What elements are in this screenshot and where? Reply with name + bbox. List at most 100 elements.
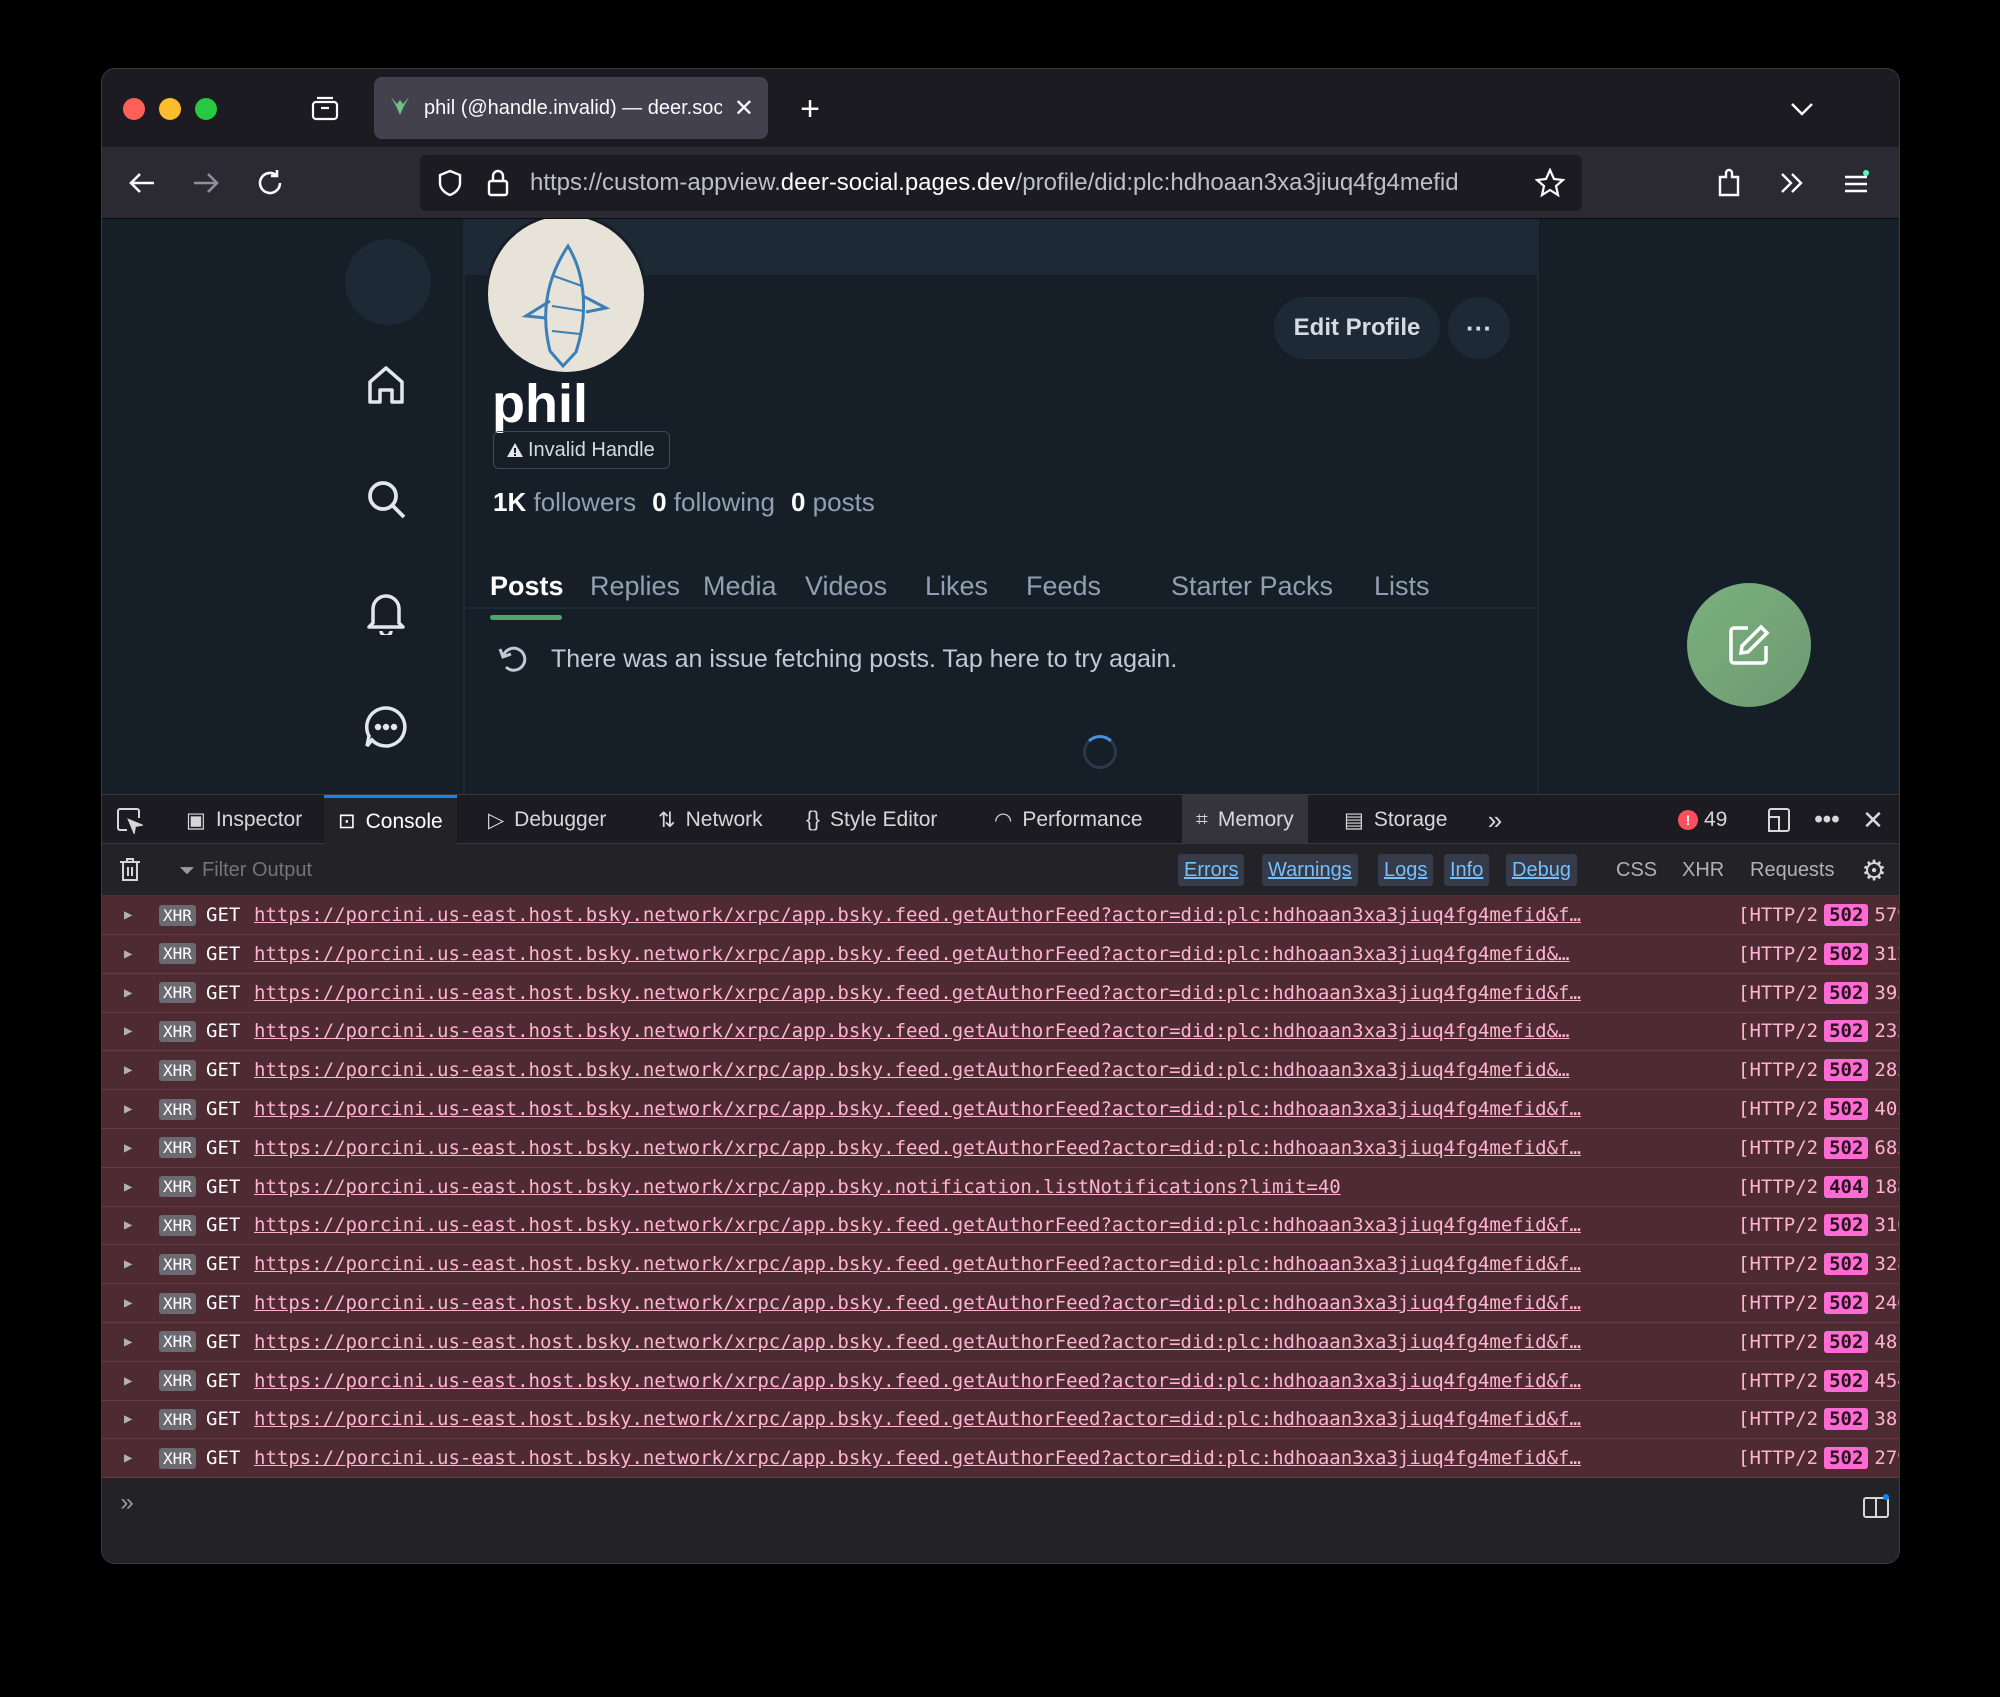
request-url[interactable]: https://porcini.us-east.host.bsky.networ…	[254, 1176, 1729, 1198]
request-url[interactable]: https://porcini.us-east.host.bsky.networ…	[254, 1447, 1729, 1469]
tab-videos[interactable]: Videos	[805, 571, 887, 602]
more-options-button[interactable]: ···	[1448, 297, 1510, 359]
tab-starter-packs[interactable]: Starter Packs	[1171, 571, 1333, 602]
user-avatar[interactable]	[345, 239, 431, 325]
element-picker-icon[interactable]	[112, 803, 146, 837]
console-row[interactable]: ▶ XHR GET https://porcini.us-east.host.bsky…	[102, 1362, 1899, 1401]
home-icon[interactable]	[356, 355, 416, 415]
tracking-shield-icon[interactable]	[434, 167, 466, 199]
console-row[interactable]: ▶ XHR GET https://porcini.us-east.host.bsky…	[102, 935, 1899, 974]
profile-avatar[interactable]	[485, 219, 647, 375]
request-url[interactable]: https://porcini.us-east.host.bsky.networ…	[254, 982, 1729, 1004]
app-menu-icon[interactable]	[1836, 163, 1876, 203]
expand-arrow-icon[interactable]: ▶	[124, 1450, 132, 1466]
console-row[interactable]: ▶ XHR GET https://porcini.us-east.host.bsky…	[102, 1012, 1899, 1052]
expand-arrow-icon[interactable]: ▶	[124, 985, 132, 1001]
console-row[interactable]: ▶ XHR GET https://porcini.us-east.host.bsky…	[102, 1051, 1899, 1091]
expand-arrow-icon[interactable]: ▶	[124, 1334, 132, 1350]
expand-arrow-icon[interactable]: ▶	[124, 1101, 132, 1117]
close-devtools-icon[interactable]: ✕	[1856, 803, 1890, 837]
filter-css[interactable]: CSS	[1610, 854, 1663, 886]
expand-arrow-icon[interactable]: ▶	[124, 1179, 132, 1195]
edit-profile-button[interactable]: Edit Profile	[1274, 297, 1440, 359]
expand-arrow-icon[interactable]: ▶	[124, 1373, 132, 1389]
request-url[interactable]: https://porcini.us-east.host.bsky.networ…	[254, 1253, 1729, 1275]
expand-arrow-icon[interactable]: ▶	[124, 1217, 132, 1233]
tab-style-editor[interactable]: {} Style Editor	[792, 795, 951, 845]
console-row[interactable]: ▶ XHR GET https://porcini.us-east.host.bsky…	[102, 1206, 1899, 1246]
extensions-icon[interactable]	[1710, 163, 1750, 203]
filter-requests[interactable]: Requests	[1744, 854, 1841, 886]
tab-network[interactable]: ⇅ Network	[644, 795, 777, 845]
console-row[interactable]: ▶ XHR GET https://porcini.us-east.host.bsky…	[102, 1245, 1899, 1285]
expand-arrow-icon[interactable]: ▶	[124, 1023, 132, 1039]
forward-arrow-icon[interactable]	[186, 163, 226, 203]
chat-icon[interactable]	[356, 697, 416, 757]
filter-info[interactable]: Info	[1444, 854, 1490, 886]
compose-post-button[interactable]	[1687, 583, 1811, 707]
tab-posts[interactable]: Posts	[490, 571, 564, 602]
tab-replies[interactable]: Replies	[590, 571, 680, 602]
search-icon[interactable]	[356, 469, 416, 529]
overflow-chevrons-icon[interactable]	[1772, 163, 1812, 203]
request-url[interactable]: https://porcini.us-east.host.bsky.networ…	[254, 1020, 1729, 1042]
settings-gear-icon[interactable]: ⚙	[1858, 854, 1890, 886]
console-row[interactable]: ▶ XHR GET https://porcini.us-east.host.bsky…	[102, 1168, 1899, 1207]
request-url[interactable]: https://porcini.us-east.host.bsky.networ…	[254, 1098, 1729, 1120]
filter-debug[interactable]: Debug	[1506, 854, 1577, 886]
request-url[interactable]: https://porcini.us-east.host.bsky.networ…	[254, 1331, 1729, 1353]
expand-arrow-icon[interactable]: ▶	[124, 1411, 132, 1427]
console-row[interactable]: ▶ XHR GET https://porcini.us-east.host.bsky…	[102, 974, 1899, 1013]
bookmark-star-icon[interactable]	[1532, 165, 1568, 201]
request-url[interactable]: https://porcini.us-east.host.bsky.networ…	[254, 1370, 1729, 1392]
console-input-area[interactable]: »	[102, 1478, 1899, 1563]
request-url[interactable]: https://porcini.us-east.host.bsky.networ…	[254, 1214, 1729, 1236]
new-tab-button[interactable]: +	[790, 89, 830, 129]
request-url[interactable]: https://porcini.us-east.host.bsky.networ…	[254, 1408, 1729, 1430]
expand-arrow-icon[interactable]: ▶	[124, 946, 132, 962]
back-arrow-icon[interactable]	[122, 163, 162, 203]
lock-icon[interactable]	[482, 167, 514, 199]
tab-console[interactable]: ⊡ Console	[324, 795, 457, 845]
responsive-design-icon[interactable]	[1762, 803, 1796, 837]
minimize-window-button[interactable]	[159, 98, 181, 120]
expand-arrow-icon[interactable]: ▶	[124, 1062, 132, 1078]
following-stat[interactable]: 0 following	[652, 487, 775, 518]
request-url[interactable]: https://porcini.us-east.host.bsky.networ…	[254, 943, 1729, 965]
tab-media[interactable]: Media	[703, 571, 777, 602]
filter-warnings[interactable]: Warnings	[1262, 854, 1358, 886]
close-window-button[interactable]	[123, 98, 145, 120]
address-bar[interactable]: https://custom-appview.deer-social.pages…	[420, 155, 1582, 211]
tab-performance[interactable]: ◠ Performance	[980, 795, 1157, 845]
expand-arrow-icon[interactable]: ▶	[124, 1256, 132, 1272]
filter-output-input[interactable]	[202, 854, 802, 886]
request-url[interactable]: https://porcini.us-east.host.bsky.networ…	[254, 904, 1729, 926]
tab-storage[interactable]: ▤ Storage	[1330, 795, 1461, 845]
console-row[interactable]: ▶ XHR GET https://porcini.us-east.host.bsky…	[102, 1323, 1899, 1362]
tab-lists[interactable]: Lists	[1374, 571, 1430, 602]
request-url[interactable]: https://porcini.us-east.host.bsky.networ…	[254, 1292, 1729, 1314]
console-row[interactable]: ▶ XHR GET https://porcini.us-east.host.bsky…	[102, 1129, 1899, 1168]
expand-arrow-icon[interactable]: ▶	[124, 907, 132, 923]
editor-mode-icon[interactable]	[1860, 1490, 1892, 1522]
fetch-error-retry[interactable]: There was an issue fetching posts. Tap h…	[497, 643, 1177, 675]
tab-memory[interactable]: ⌗ Memory	[1182, 795, 1308, 845]
filter-errors[interactable]: Errors	[1178, 854, 1245, 886]
trash-icon[interactable]	[114, 854, 146, 886]
expand-arrow-icon[interactable]: ▶	[124, 1295, 132, 1311]
followers-stat[interactable]: 1K followers	[493, 487, 636, 518]
console-row[interactable]: ▶ XHR GET https://porcini.us-east.host.bsky…	[102, 1284, 1899, 1323]
tab-group-icon[interactable]	[308, 91, 342, 125]
devtools-menu-icon[interactable]: •••	[1810, 803, 1844, 837]
notifications-bell-icon[interactable]	[356, 583, 416, 643]
browser-tab[interactable]: phil (@handle.invalid) — deer.social ✕	[374, 77, 768, 139]
request-url[interactable]: https://porcini.us-east.host.bsky.networ…	[254, 1137, 1729, 1159]
tab-inspector[interactable]: ▣ Inspector	[172, 795, 316, 845]
console-row[interactable]: ▶ XHR GET https://porcini.us-east.host.bsky…	[102, 1090, 1899, 1129]
tab-likes[interactable]: Likes	[925, 571, 988, 602]
filter-xhr[interactable]: XHR	[1676, 854, 1730, 886]
request-url[interactable]: https://porcini.us-east.host.bsky.networ…	[254, 1059, 1729, 1081]
error-count-badge[interactable]: ! 49	[1678, 795, 1727, 845]
close-tab-icon[interactable]: ✕	[734, 94, 754, 123]
tab-debugger[interactable]: ▷ Debugger	[474, 795, 620, 845]
